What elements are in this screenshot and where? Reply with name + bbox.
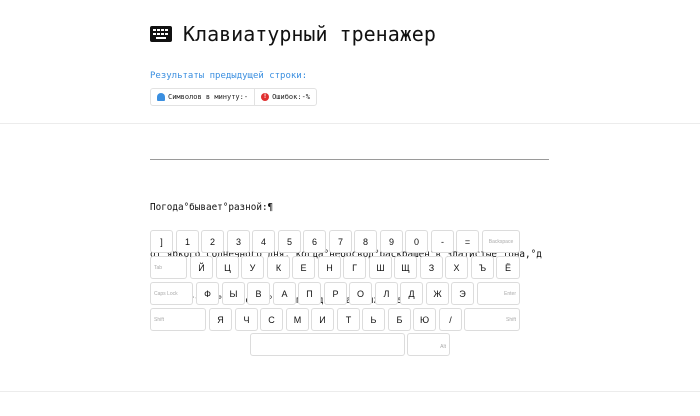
key[interactable]: Ц [216, 256, 239, 279]
backspace-key[interactable]: Backspace [482, 230, 520, 253]
key[interactable]: О [349, 282, 372, 305]
key[interactable]: Х [445, 256, 468, 279]
key[interactable]: А [273, 282, 296, 305]
errors-stat-text: Ошибок:-% [272, 93, 311, 101]
key[interactable]: Э [451, 282, 474, 305]
key[interactable]: Д [400, 282, 423, 305]
key[interactable]: У [241, 256, 264, 279]
key[interactable]: Б [388, 308, 411, 331]
key[interactable]: Ж [426, 282, 449, 305]
key[interactable]: Ш [369, 256, 392, 279]
key[interactable]: Р [324, 282, 347, 305]
key[interactable]: 6 [303, 230, 326, 253]
speedometer-icon [157, 93, 165, 101]
key[interactable]: С [260, 308, 283, 331]
footer-divider [0, 391, 700, 392]
key[interactable]: М [286, 308, 309, 331]
typing-text-line: Погода°бывает°разной:¶ [150, 202, 274, 213]
key[interactable]: 4 [252, 230, 275, 253]
key[interactable]: Ф [196, 282, 219, 305]
key[interactable]: Г [343, 256, 366, 279]
key[interactable]: Й [190, 256, 213, 279]
key[interactable]: 1 [176, 230, 199, 253]
right-shift-key[interactable]: Shift [464, 308, 520, 331]
key[interactable]: 9 [380, 230, 403, 253]
key[interactable]: ] [150, 230, 173, 253]
page-header: Клавиатурный тренажер [150, 22, 436, 46]
page-title: Клавиатурный тренажер [183, 22, 436, 46]
key[interactable]: Я [209, 308, 232, 331]
key[interactable]: Ъ [471, 256, 494, 279]
key[interactable]: Ь [362, 308, 385, 331]
key[interactable]: Щ [394, 256, 417, 279]
previous-results-label: Результаты предыдущей строки: [150, 71, 308, 81]
section-divider [0, 123, 700, 124]
text-progress-line [150, 159, 549, 160]
speed-stat-text: Символов в минуту:- [168, 93, 249, 101]
key[interactable]: 7 [329, 230, 352, 253]
alt-key[interactable]: Alt [407, 333, 450, 356]
errors-stat: ! Ошибок:-% [254, 89, 316, 105]
previous-results-stats: Символов в минуту:- ! Ошибок:-% [150, 88, 318, 106]
key[interactable]: Ы [222, 282, 245, 305]
left-shift-key[interactable]: Shift [150, 308, 206, 331]
key[interactable]: Т [337, 308, 360, 331]
key[interactable]: 5 [278, 230, 301, 253]
key[interactable]: И [311, 308, 334, 331]
key[interactable]: = [456, 230, 479, 253]
key[interactable]: К [267, 256, 290, 279]
alert-icon: ! [261, 93, 270, 101]
key[interactable]: 0 [405, 230, 428, 253]
key[interactable]: Ч [235, 308, 258, 331]
key[interactable]: Ё [496, 256, 520, 279]
enter-key[interactable]: Enter [477, 282, 520, 305]
key[interactable]: В [247, 282, 270, 305]
key[interactable]: Е [292, 256, 315, 279]
caps-lock-key[interactable]: Caps Lock [150, 282, 193, 305]
key[interactable]: - [431, 230, 454, 253]
key[interactable]: Л [375, 282, 398, 305]
speed-stat: Символов в минуту:- [151, 89, 254, 105]
key[interactable]: 8 [354, 230, 377, 253]
key[interactable]: Н [318, 256, 341, 279]
key[interactable]: 3 [227, 230, 250, 253]
key[interactable]: 2 [201, 230, 224, 253]
key[interactable]: П [298, 282, 321, 305]
key[interactable]: / [439, 308, 462, 331]
tab-key[interactable]: Tab [150, 256, 187, 279]
space-key[interactable] [250, 333, 405, 356]
key[interactable]: Ю [413, 308, 436, 331]
keyboard-icon [150, 26, 172, 42]
key[interactable]: З [420, 256, 443, 279]
